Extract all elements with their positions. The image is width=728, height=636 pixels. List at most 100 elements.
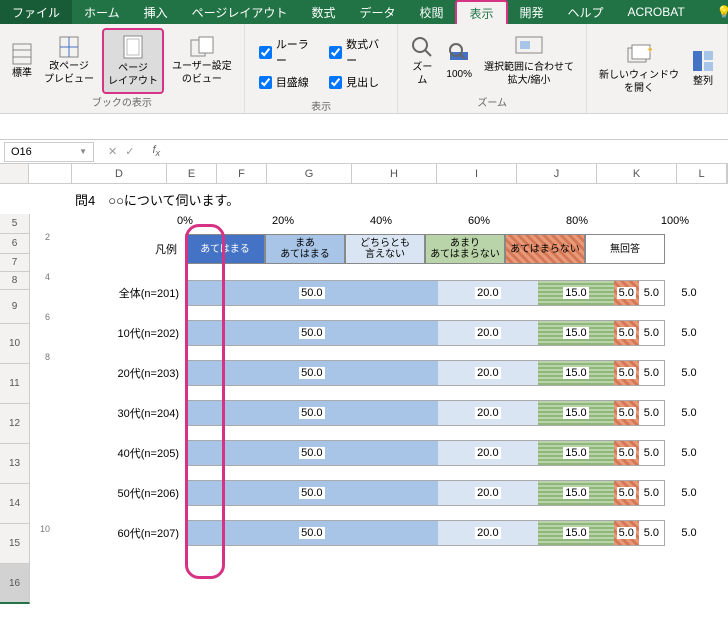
col-header-J[interactable]: J: [517, 164, 597, 183]
ribbon-tabs: ファイル ホーム 挿入 ページレイアウト 数式 データ 校閲 表示 開発 ヘルプ…: [0, 0, 728, 24]
legend-item: まあ あてはまる: [265, 234, 345, 264]
bar-segment: 5.0: [614, 401, 639, 425]
fx-icon[interactable]: fx: [152, 144, 160, 158]
row-header-5[interactable]: 5: [0, 214, 30, 234]
normal-icon: [12, 43, 32, 65]
stacked-bar: 50.020.015.05.05.0: [185, 320, 665, 346]
axis-label: 80%: [566, 215, 588, 227]
col-header-D[interactable]: D: [72, 164, 167, 183]
ruler-mark: 6: [30, 312, 50, 322]
col-header-E[interactable]: E: [167, 164, 217, 183]
col-header-G[interactable]: G: [267, 164, 352, 183]
formula-bar-row: O16▼ ✕ ✓ fx: [0, 140, 728, 164]
row-header-8[interactable]: 8: [0, 272, 30, 290]
row-header-7[interactable]: 7: [0, 254, 30, 272]
tab-page-layout[interactable]: ページレイアウト: [180, 0, 300, 24]
stacked-bar: 50.020.015.05.05.0: [185, 360, 665, 386]
bar-segment: 5.0: [614, 361, 639, 385]
row-header-9[interactable]: 9: [0, 290, 30, 324]
row-header-10[interactable]: 10: [0, 324, 30, 364]
row-header-16[interactable]: 16: [0, 564, 30, 604]
ruler-checkbox[interactable]: ルーラー: [259, 36, 313, 68]
headings-checkbox[interactable]: 見出し: [329, 74, 383, 90]
bar-segment: 50.0: [186, 481, 438, 505]
tab-view[interactable]: 表示: [455, 0, 507, 24]
stacked-bar: 50.020.015.05.05.0: [185, 440, 665, 466]
col-header-K[interactable]: K: [597, 164, 677, 183]
bar-segment: 15.0: [538, 441, 613, 465]
tab-home[interactable]: ホーム: [72, 0, 132, 24]
ruler-mark: 4: [30, 272, 50, 282]
gridlines-checkbox[interactable]: 目盛線: [259, 74, 313, 90]
row-header-12[interactable]: 12: [0, 404, 30, 444]
cancel-icon[interactable]: ✕: [108, 145, 117, 158]
name-box[interactable]: O16▼: [4, 142, 94, 162]
chart-row: 60代(n=207)50.020.015.05.05.05.0: [75, 513, 728, 553]
new-window-icon: ✦: [626, 43, 652, 67]
legend-item: あてはまらない: [505, 234, 585, 264]
axis-label: 20%: [272, 215, 294, 227]
col-header-H[interactable]: H: [352, 164, 437, 183]
page-layout-icon: [122, 34, 144, 60]
row-header-14[interactable]: 14: [0, 484, 30, 524]
row-category-label: 10代(n=202): [75, 325, 185, 341]
bar-segment: 5.0: [614, 281, 639, 305]
chart-data-rows: 全体(n=201)50.020.015.05.05.05.010代(n=202)…: [75, 273, 728, 553]
tab-help[interactable]: ヘルプ: [556, 0, 616, 24]
formula-bar-checkbox[interactable]: 数式バー: [329, 36, 383, 68]
chart-row: 40代(n=205)50.020.015.05.05.05.0: [75, 433, 728, 473]
axis-label: 0%: [177, 215, 193, 227]
row-header-11[interactable]: 11: [0, 364, 30, 404]
select-all-corner[interactable]: [0, 164, 29, 183]
bar-segment: 5.0: [614, 321, 639, 345]
tab-file[interactable]: ファイル: [0, 0, 72, 24]
stacked-bar: 50.020.015.05.05.0: [185, 280, 665, 306]
zoom-selection-button[interactable]: 選択範囲に合わせて 拡大/縮小: [480, 28, 578, 94]
tab-review[interactable]: 校閲: [407, 0, 455, 24]
stacked-bar: 50.020.015.05.05.0: [185, 480, 665, 506]
chart-row: 10代(n=202)50.020.015.05.05.05.0: [75, 313, 728, 353]
worksheet: DEFGHIJKL 246810 5678910111213141516 問4 …: [0, 164, 728, 184]
arrange-button[interactable]: 整列: [687, 28, 719, 109]
normal-view-button[interactable]: 標準: [8, 28, 36, 94]
row-header-15[interactable]: 15: [0, 524, 30, 564]
tab-developer[interactable]: 開発: [508, 0, 556, 24]
group-label-zoom: ズーム: [477, 94, 507, 109]
bar-segment: 5.0: [639, 401, 664, 425]
legend-item: あてはまる: [185, 234, 265, 264]
margin-col: [29, 164, 72, 183]
row-header-13[interactable]: 13: [0, 444, 30, 484]
bar-segment: 20.0: [438, 481, 539, 505]
overflow-label: 5.0: [665, 367, 713, 379]
column-headers: DEFGHIJKL: [0, 164, 728, 184]
new-window-button[interactable]: ✦ 新しいウィンドウ を開く: [595, 28, 683, 109]
page-layout-button[interactable]: ページ レイアウト: [102, 28, 164, 94]
row-category-label: 60代(n=207): [75, 525, 185, 541]
zoom-button[interactable]: ズーム: [406, 28, 438, 94]
axis-label: 60%: [468, 215, 490, 227]
overflow-label: 5.0: [665, 447, 713, 459]
enter-icon[interactable]: ✓: [125, 145, 134, 158]
bar-segment: 5.0: [614, 481, 639, 505]
tab-formulas[interactable]: 数式: [299, 0, 347, 24]
col-header-F[interactable]: F: [217, 164, 267, 183]
chart-row: 30代(n=204)50.020.015.05.05.05.0: [75, 393, 728, 433]
bar-segment: 15.0: [538, 401, 613, 425]
custom-views-button[interactable]: ユーザー設定 のビュー: [168, 28, 236, 94]
legend-item: 無回答: [585, 234, 665, 264]
tab-acrobat[interactable]: ACROBAT: [616, 0, 697, 24]
ruler-mark: 2: [30, 232, 50, 242]
tell-me[interactable]: 💡 実行: [705, 0, 728, 24]
col-header-I[interactable]: I: [437, 164, 517, 183]
row-header-6[interactable]: 6: [0, 234, 30, 254]
sheet-content: 問4 ○○について伺います。 0%20%40%60%80%100% 凡例 あては…: [75, 184, 728, 553]
bar-segment: 5.0: [614, 441, 639, 465]
group-zoom: ズーム 100% 選択範囲に合わせて 拡大/縮小 ズーム: [398, 24, 587, 113]
tab-data[interactable]: データ: [347, 0, 407, 24]
tab-insert[interactable]: 挿入: [132, 0, 180, 24]
bar-segment: 50.0: [186, 441, 438, 465]
bar-segment: 20.0: [438, 321, 539, 345]
zoom-100-button[interactable]: 100%: [442, 28, 476, 94]
page-break-button[interactable]: 改ページ プレビュー: [40, 28, 98, 94]
col-header-L[interactable]: L: [677, 164, 727, 183]
